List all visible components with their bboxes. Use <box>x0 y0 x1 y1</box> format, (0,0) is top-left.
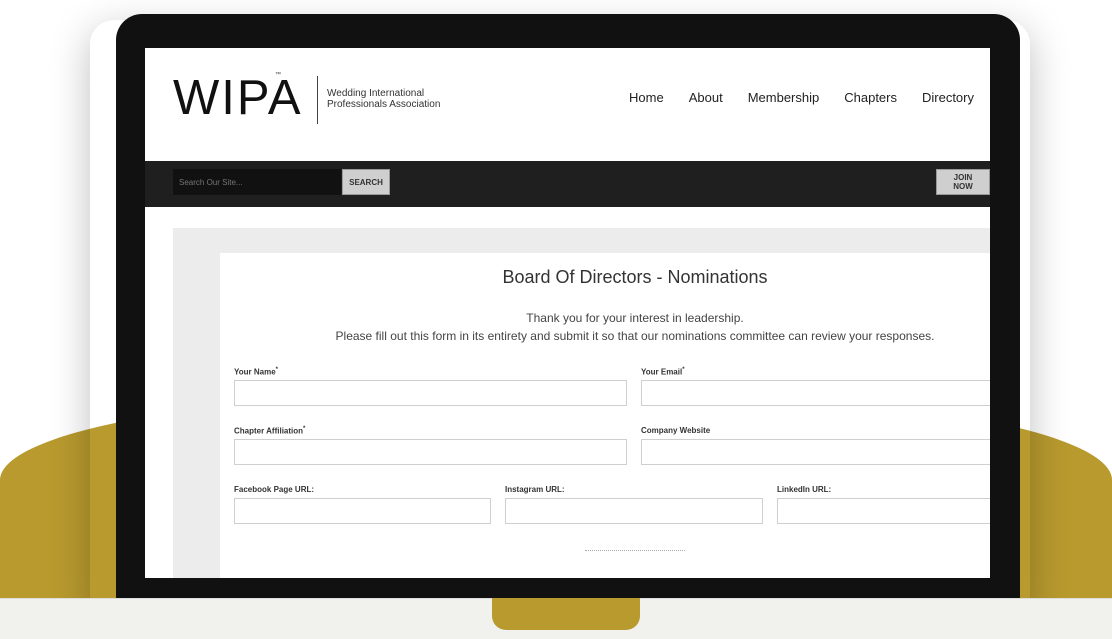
nav-about[interactable]: About <box>689 90 723 105</box>
name-label-text: Your Name <box>234 367 276 377</box>
nav-home[interactable]: Home <box>629 90 664 105</box>
facebook-field[interactable] <box>234 498 491 524</box>
chapter-field[interactable] <box>234 439 627 465</box>
chapter-label-text: Chapter Affiliation <box>234 426 304 436</box>
email-label: Your Email* <box>641 367 685 377</box>
logo-subtitle: Wedding International Professionals Asso… <box>327 88 441 110</box>
name-required-mark: * <box>275 367 278 373</box>
laptop-screen: WIPA ™ Wedding International Professiona… <box>145 48 990 578</box>
logo-divider <box>317 76 318 124</box>
email-label-text: Your Email <box>641 367 683 377</box>
main-nav: Home About Membership Chapters Directory <box>629 90 974 105</box>
instagram-label: Instagram URL: <box>505 485 565 494</box>
website-field[interactable] <box>641 439 990 465</box>
linkedin-field[interactable] <box>777 498 990 524</box>
laptop-notch <box>492 598 640 630</box>
logo-trademark: ™ <box>275 72 281 78</box>
nav-membership[interactable]: Membership <box>748 90 820 105</box>
search-bar: SEARCH JOIN NOW <box>145 161 990 207</box>
instagram-field[interactable] <box>505 498 763 524</box>
site-header: WIPA ™ Wedding International Professiona… <box>145 48 990 161</box>
name-label: Your Name* <box>234 367 278 377</box>
nomination-form-card: Board Of Directors - Nominations Thank y… <box>220 253 990 578</box>
facebook-label: Facebook Page URL: <box>234 485 315 494</box>
form-intro-line1: Thank you for your interest in leadershi… <box>526 311 744 325</box>
email-required-mark: * <box>682 367 685 373</box>
join-now-button[interactable]: JOIN NOW <box>936 169 990 195</box>
linkedin-label: LinkedIn URL: <box>777 485 832 494</box>
search-button[interactable]: SEARCH <box>342 169 390 195</box>
chapter-label: Chapter Affiliation* <box>234 426 305 436</box>
nav-directory[interactable]: Directory <box>922 90 974 105</box>
form-divider <box>585 550 685 551</box>
search-input[interactable] <box>173 169 341 195</box>
nav-chapters[interactable]: Chapters <box>844 90 897 105</box>
form-title: Board Of Directors - Nominations <box>502 267 768 287</box>
chapter-required-mark: * <box>303 426 306 432</box>
website-label: Company Website <box>641 426 711 435</box>
form-intro-line2: Please fill out this form in its entiret… <box>335 329 935 343</box>
wipa-logo[interactable]: WIPA <box>173 70 303 126</box>
email-field[interactable] <box>641 380 990 406</box>
name-field[interactable] <box>234 380 627 406</box>
